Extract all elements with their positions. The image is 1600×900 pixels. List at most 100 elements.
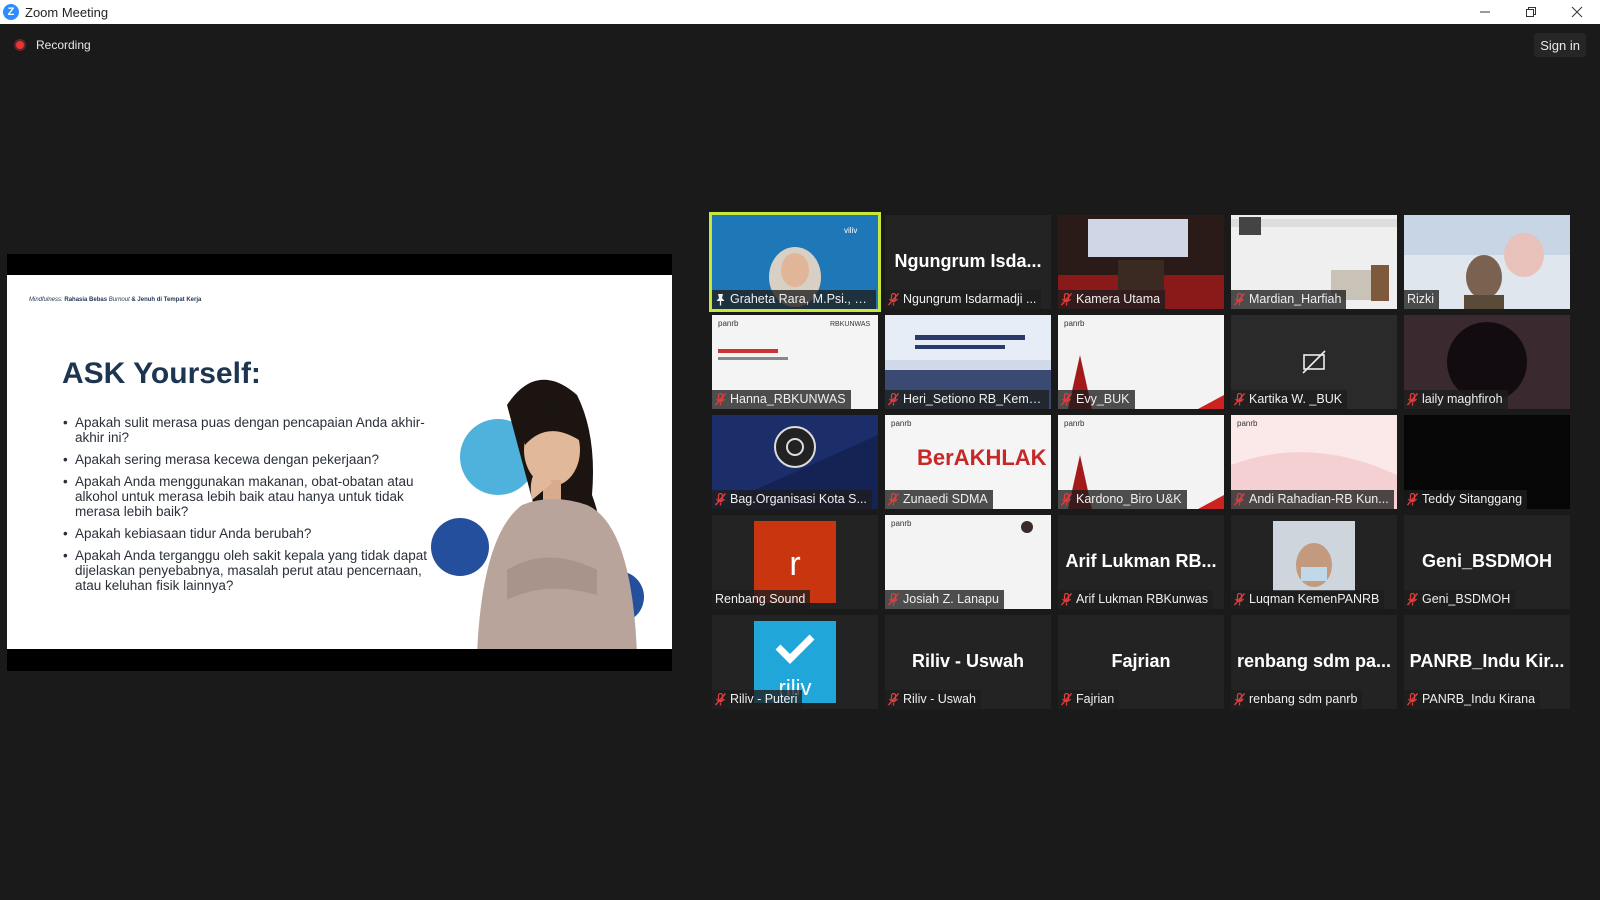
participant-name-label: laily maghfiroh [1404, 390, 1508, 409]
participant-name: renbang sdm panrb [1249, 692, 1358, 706]
participant-name: Graheta Rara, M.Psi., P... [730, 292, 871, 306]
thinking-woman-image [477, 379, 637, 649]
participant-name: Bag.Organisasi Kota S... [730, 492, 867, 506]
muted-mic-icon [1233, 392, 1246, 406]
participant-tile[interactable]: renbang sdm pa... renbang sdm panrb [1231, 615, 1397, 709]
svg-text:r: r [789, 545, 800, 583]
recording-indicator[interactable]: Recording [14, 38, 91, 52]
participant-name: Hanna_RBKUNWAS [730, 392, 846, 406]
slide-bullet: Apakah sering merasa kecewa dengan peker… [63, 452, 443, 467]
svg-text:panrb: panrb [1237, 419, 1258, 428]
muted-mic-icon [1060, 592, 1073, 606]
participant-name-label: Kartika W. _BUK [1231, 390, 1348, 409]
participant-display-name: Fajrian [1111, 651, 1171, 671]
participant-name: Kartika W. _BUK [1249, 392, 1343, 406]
svg-text:viliv: viliv [844, 226, 857, 235]
participant-name-label: Zunaedi SDMA [885, 490, 993, 509]
muted-mic-icon [887, 492, 900, 506]
participant-name-label: Hanna_RBKUNWAS [712, 390, 851, 409]
muted-mic-icon [1060, 692, 1073, 706]
participant-tile[interactable]: viliv Graheta Rara, M.Psi., P... [709, 212, 881, 312]
participant-tile[interactable]: Ngungrum Isda... Ngungrum Isdarmadji ... [885, 215, 1051, 309]
participant-tile[interactable]: Heri_Setiono RB_Keme... [885, 315, 1051, 409]
zoom-logo-icon: Z [3, 4, 19, 20]
participant-tile[interactable]: PANRB_Indu Kir... PANRB_Indu Kirana [1404, 615, 1570, 709]
participant-tile[interactable]: panrb Josiah Z. Lanapu [885, 515, 1051, 609]
muted-mic-icon [1406, 492, 1419, 506]
muted-mic-icon [887, 292, 900, 306]
participant-tile[interactable]: Geni_BSDMOH Geni_BSDMOH [1404, 515, 1570, 609]
participant-name: Kamera Utama [1076, 292, 1161, 306]
slide-header-italic: Mindfulness: [29, 297, 63, 303]
shared-screen: Mindfulness: Rahasia Bebas Burnout & Jen… [7, 254, 672, 671]
participant-tile[interactable]: Kamera Utama [1058, 215, 1224, 309]
svg-text:panrb: panrb [891, 419, 912, 428]
participant-tile[interactable]: panrb RBKUNWAS Hanna_RBKUNWAS [712, 315, 878, 409]
participant-name-label: Teddy Sitanggang [1404, 490, 1528, 509]
participant-tile[interactable]: Arif Lukman RB... Arif Lukman RBKunwas [1058, 515, 1224, 609]
restore-icon[interactable] [1508, 0, 1554, 24]
participant-name-label: Luqman KemenPANRB [1231, 590, 1385, 609]
participant-tile[interactable]: Riliv - Uswah Riliv - Uswah [885, 615, 1051, 709]
participant-name-label: Riliv - Uswah [885, 690, 981, 709]
participant-name: Riliv - Uswah [903, 692, 976, 706]
participant-name: Andi Rahadian-RB Kun... [1249, 492, 1389, 506]
svg-text:BerAKHLAK: BerAKHLAK [917, 445, 1047, 470]
muted-mic-icon [1406, 392, 1419, 406]
participant-tile[interactable]: panrb BerAKHLAK Zunaedi SDMA [885, 415, 1051, 509]
svg-text:panrb: panrb [1064, 319, 1085, 328]
muted-mic-icon [1406, 692, 1419, 706]
participant-display-name: renbang sdm pa... [1236, 651, 1392, 671]
window-title: Zoom Meeting [25, 4, 109, 20]
participant-tile[interactable]: Teddy Sitanggang [1404, 415, 1570, 509]
participant-tile[interactable]: Fajrian Fajrian [1058, 615, 1224, 709]
participant-name: Fajrian [1076, 692, 1115, 706]
participant-name: Mardian_Harfiah [1249, 292, 1342, 306]
participant-name: Arif Lukman RBKunwas [1076, 592, 1209, 606]
slide-bullet: Apakah kebiasaan tidur Anda berubah? [63, 526, 443, 541]
participant-tile[interactable]: laily maghfiroh [1404, 315, 1570, 409]
participant-display-name: Geni_BSDMOH [1421, 551, 1553, 571]
participant-tile[interactable]: r Renbang Sound [712, 515, 878, 609]
participant-tile[interactable]: Rizki [1404, 215, 1570, 309]
participant-tile[interactable]: panrb Andi Rahadian-RB Kun... [1231, 415, 1397, 509]
participant-name-label: Kamera Utama [1058, 290, 1166, 309]
sign-in-button[interactable]: Sign in [1534, 33, 1586, 57]
title-bar: Z Zoom Meeting [0, 0, 1600, 24]
participant-name-label: Ngungrum Isdarmadji ... [885, 290, 1042, 309]
participant-tile[interactable]: Kartika W. _BUK [1231, 315, 1397, 409]
participant-tile[interactable]: Mardian_Harfiah [1231, 215, 1397, 309]
slide-header-bold: Rahasia Bebas [64, 297, 108, 303]
participant-tile[interactable]: Bag.Organisasi Kota S... [712, 415, 878, 509]
muted-mic-icon [1233, 592, 1246, 606]
participant-name-label: Fajrian [1058, 690, 1120, 709]
muted-mic-icon [1060, 492, 1073, 506]
participant-name-label: Josiah Z. Lanapu [885, 590, 1004, 609]
muted-mic-icon [714, 392, 727, 406]
participant-name: Geni_BSDMOH [1422, 592, 1511, 606]
muted-mic-icon [1060, 392, 1073, 406]
participant-tile[interactable]: riliv Riliv - Puteri [712, 615, 878, 709]
muted-mic-icon [887, 692, 900, 706]
muted-mic-icon [1233, 492, 1246, 506]
muted-mic-icon [1060, 292, 1073, 306]
participant-name-label: Rizki [1404, 290, 1440, 309]
slide-header: Mindfulness: Rahasia Bebas Burnout & Jen… [29, 297, 201, 303]
svg-text:panrb: panrb [891, 519, 912, 528]
muted-mic-icon [887, 592, 900, 606]
minimize-icon[interactable] [1462, 0, 1508, 24]
participant-name-label: Graheta Rara, M.Psi., P... [712, 290, 876, 309]
muted-mic-icon [714, 692, 727, 706]
participant-name: PANRB_Indu Kirana [1422, 692, 1536, 706]
close-icon[interactable] [1554, 0, 1600, 24]
muted-mic-icon [714, 492, 727, 506]
slide-header-burnout: Burnout [108, 297, 130, 303]
recording-label: Recording [36, 38, 91, 52]
participant-tile[interactable]: Luqman KemenPANRB [1231, 515, 1397, 609]
muted-mic-icon [887, 392, 900, 406]
participant-tile[interactable]: panrb Kardono_Biro U&K [1058, 415, 1224, 509]
participant-name-label: renbang sdm panrb [1231, 690, 1363, 709]
participant-tile[interactable]: panrb Evy_BUK [1058, 315, 1224, 409]
participant-name: Evy_BUK [1076, 392, 1130, 406]
participant-name-label: Bag.Organisasi Kota S... [712, 490, 872, 509]
